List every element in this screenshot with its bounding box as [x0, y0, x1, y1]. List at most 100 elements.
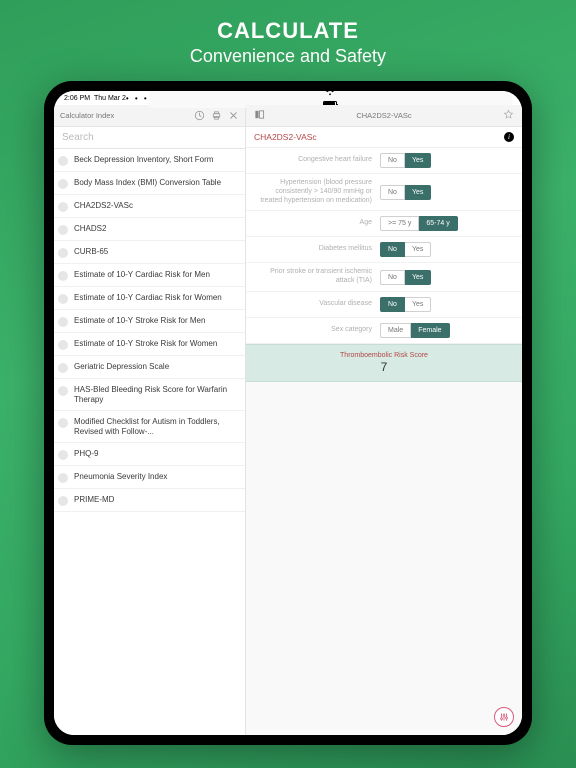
field-row: Congestive heart failure NoYes [246, 148, 522, 174]
field-options: MaleFemale [380, 323, 450, 338]
bullet-icon [58, 156, 68, 166]
left-title: Calculator Index [60, 111, 114, 120]
field-options: NoYes [380, 153, 431, 168]
right-panel: CHA2DS2-VASc CHA2DS2-VASc i Congestive h… [246, 105, 522, 735]
list-item[interactable]: Estimate of 10-Y Stroke Risk for Women [54, 333, 245, 356]
field-row: Diabetes mellitus NoYes [246, 237, 522, 263]
field-label: Diabetes mellitus [254, 245, 372, 254]
list-item[interactable]: CURB-65 [54, 241, 245, 264]
list-item[interactable]: Estimate of 10-Y Cardiac Risk for Women [54, 287, 245, 310]
screen: 2:06 PM Thu Mar 2 • • • Calculator Index [54, 91, 522, 735]
option-button[interactable]: No [380, 153, 405, 168]
field-label: Hypertension (blood pressure consistentl… [254, 179, 372, 205]
list-item[interactable]: CHADS2 [54, 218, 245, 241]
status-bar: 2:06 PM Thu Mar 2 • • • [54, 91, 522, 105]
field-options: NoYes [380, 185, 431, 200]
star-icon[interactable] [503, 109, 514, 122]
bullet-icon [58, 473, 68, 483]
list-item-label: Geriatric Depression Scale [74, 362, 169, 372]
field-options: >= 75 y65-74 y [380, 216, 458, 231]
bullet-icon [58, 225, 68, 235]
option-button[interactable]: Male [380, 323, 411, 338]
list-item-label: Modified Checklist for Autism in Toddler… [74, 417, 239, 437]
result-box: Thromboembolic Risk Score 7 [246, 344, 522, 382]
list-item[interactable]: Pneumonia Severity Index [54, 466, 245, 489]
option-button[interactable]: No [380, 185, 405, 200]
list-item-label: CURB-65 [74, 247, 108, 257]
bullet-icon [58, 271, 68, 281]
list-item-label: Estimate of 10-Y Cardiac Risk for Women [74, 293, 222, 303]
field-options: NoYes [380, 242, 431, 257]
option-button[interactable]: Yes [405, 270, 431, 285]
list-item[interactable]: Estimate of 10-Y Cardiac Risk for Men [54, 264, 245, 287]
columns-icon[interactable] [254, 109, 265, 122]
close-icon[interactable] [228, 110, 239, 121]
promo-caption: CALCULATE Convenience and Safety [190, 0, 386, 81]
list-item[interactable]: PRIME-MD [54, 489, 245, 512]
option-button[interactable]: No [380, 242, 405, 257]
left-panel: Calculator Index [54, 105, 246, 735]
right-header: CHA2DS2-VASc [246, 105, 522, 127]
search-input[interactable] [54, 127, 245, 148]
list-item[interactable]: Body Mass Index (BMI) Conversion Table [54, 172, 245, 195]
result-value: 7 [253, 360, 515, 374]
bullet-icon [58, 248, 68, 258]
field-options: NoYes [380, 270, 431, 285]
list-item-label: Beck Depression Inventory, Short Form [74, 155, 213, 165]
list-item-label: Estimate of 10-Y Stroke Risk for Men [74, 316, 205, 326]
list-item-label: Body Mass Index (BMI) Conversion Table [74, 178, 221, 188]
field-label: Prior stroke or transient ischemic attac… [254, 268, 372, 286]
field-label: Sex category [254, 326, 372, 335]
option-button[interactable]: >= 75 y [380, 216, 419, 231]
field-label: Congestive heart failure [254, 156, 372, 165]
field-row: Vascular disease NoYes [246, 292, 522, 318]
wifi-icon [325, 91, 335, 98]
option-button[interactable]: Yes [405, 153, 431, 168]
field-label: Vascular disease [254, 300, 372, 309]
clock-icon[interactable] [194, 110, 205, 121]
option-button[interactable]: No [380, 297, 405, 312]
bullet-icon [58, 340, 68, 350]
list-item[interactable]: Beck Depression Inventory, Short Form [54, 149, 245, 172]
result-label: Thromboembolic Risk Score [253, 352, 515, 359]
bullet-icon [58, 179, 68, 189]
list-item[interactable]: CHA2DS2-VASc [54, 195, 245, 218]
option-button[interactable]: Yes [405, 185, 431, 200]
bullet-icon [58, 418, 68, 428]
info-icon[interactable]: i [504, 132, 514, 142]
field-label: Age [254, 219, 372, 228]
calc-title-row: CHA2DS2-VASc i [246, 127, 522, 148]
field-row: Prior stroke or transient ischemic attac… [246, 263, 522, 292]
option-button[interactable]: No [380, 270, 405, 285]
list-item[interactable]: Geriatric Depression Scale [54, 356, 245, 379]
option-button[interactable]: Female [411, 323, 449, 338]
bullet-icon [58, 496, 68, 506]
status-dots: • • • [126, 94, 149, 103]
field-options: NoYes [380, 297, 431, 312]
print-icon[interactable] [211, 110, 222, 121]
option-button[interactable]: 65-74 y [419, 216, 457, 231]
list-item-label: Pneumonia Severity Index [74, 472, 167, 482]
bullet-icon [58, 363, 68, 373]
field-row: Age >= 75 y65-74 y [246, 211, 522, 237]
fields-container: Congestive heart failureNoYesHypertensio… [246, 148, 522, 344]
list-item-label: PRIME-MD [74, 495, 114, 505]
list-item-label: Estimate of 10-Y Cardiac Risk for Men [74, 270, 210, 280]
list-item[interactable]: HAS-Bled Bleeding Risk Score for Warfari… [54, 379, 245, 411]
settings-fab[interactable] [494, 707, 514, 727]
bullet-icon [58, 450, 68, 460]
list-item[interactable]: Estimate of 10-Y Stroke Risk for Men [54, 310, 245, 333]
app-body: Calculator Index [54, 105, 522, 735]
bullet-icon [58, 294, 68, 304]
calc-name: CHA2DS2-VASc [254, 132, 317, 142]
calculator-list: Beck Depression Inventory, Short Form Bod… [54, 149, 245, 735]
list-item[interactable]: Modified Checklist for Autism in Toddler… [54, 411, 245, 443]
caption-line2: Convenience and Safety [190, 46, 386, 67]
search-container [54, 127, 245, 149]
status-time: 2:06 PM Thu Mar 2 [64, 95, 126, 102]
field-row: Hypertension (blood pressure consistentl… [246, 174, 522, 211]
option-button[interactable]: Yes [405, 242, 431, 257]
list-item-label: CHA2DS2-VASc [74, 201, 133, 211]
option-button[interactable]: Yes [405, 297, 431, 312]
list-item[interactable]: PHQ-9 [54, 443, 245, 466]
